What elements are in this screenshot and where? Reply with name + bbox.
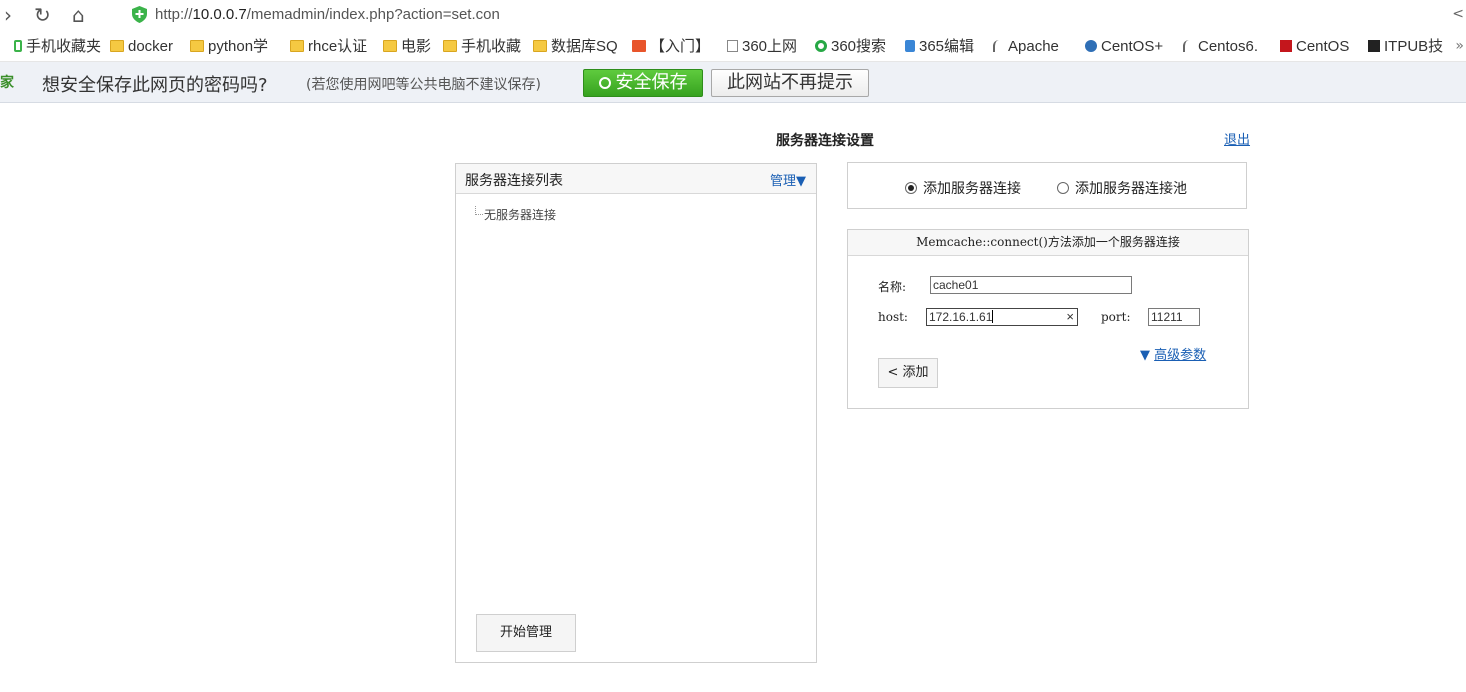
bookmark-item[interactable]: CentOS+: [1085, 38, 1163, 56]
bookmark-item[interactable]: CentOS: [1280, 38, 1349, 56]
manage-dropdown[interactable]: 管理▼: [770, 170, 806, 189]
password-save-bar: 管家 想安全保存此网页的密码吗? (若您使用网吧等公共电脑不建议保存) 安全保存…: [0, 62, 1466, 103]
bookmark-item[interactable]: 【入门】: [632, 38, 710, 56]
connect-mode-panel: 添加服务器连接 添加服务器连接池: [847, 162, 1247, 209]
empty-list-text: 无服务器连接: [484, 208, 557, 222]
radio-checked-icon: [905, 182, 917, 194]
clear-icon[interactable]: ×: [1066, 309, 1074, 325]
search-site-icon: [815, 40, 827, 52]
radio-unchecked-icon: [1057, 182, 1069, 194]
bookmark-item[interactable]: docker: [110, 38, 173, 56]
bookmark-item[interactable]: 360搜索: [815, 38, 886, 56]
advanced-params-toggle[interactable]: ▼ 高级参数: [1140, 344, 1206, 363]
port-label: port:: [1101, 310, 1131, 324]
bookmark-item[interactable]: rhce认证: [290, 38, 367, 56]
shield-icon: [132, 6, 147, 23]
bookmark-item[interactable]: 手机收藏夹: [14, 38, 101, 56]
site-icon: [905, 40, 915, 52]
reload-icon[interactable]: ↻: [34, 4, 51, 26]
text-caret: [992, 310, 994, 323]
server-list-title: 服务器连接列表: [465, 173, 563, 189]
folder-icon: [110, 40, 124, 52]
url-path: /memadmin/index.php?action=set.con: [246, 6, 500, 23]
url-prefix: http://: [155, 6, 193, 23]
site-icon: [1368, 40, 1380, 52]
page-icon: [727, 40, 738, 52]
folder-icon: [190, 40, 204, 52]
host-input[interactable]: 172.16.1.61 ×: [926, 308, 1078, 326]
bookmark-item[interactable]: Apache: [993, 38, 1059, 56]
folder-icon: [533, 40, 547, 52]
site-icon: [1280, 40, 1292, 52]
server-list-header: 服务器连接列表 管理▼: [456, 164, 816, 194]
url-host: 10.0.0.7: [192, 6, 247, 23]
site-icon: [632, 40, 646, 52]
bookmark-item[interactable]: 数据库SQ: [533, 38, 618, 56]
bookmarks-bar: 手机收藏夹 docker python学 rhce认证 电影 手机收藏 数据库S…: [0, 32, 1466, 62]
home-icon[interactable]: ⌂: [72, 4, 85, 26]
add-button[interactable]: < 添加: [878, 358, 938, 388]
back-icon[interactable]: ›: [4, 4, 12, 26]
add-connection-form: Memcache::connect()方法添加一个服务器连接 名称: cache…: [847, 229, 1249, 409]
bookmark-item[interactable]: python学: [190, 38, 268, 56]
logout-link[interactable]: 退出: [1224, 129, 1250, 148]
radio-add-connection[interactable]: 添加服务器连接: [905, 178, 1021, 198]
tree-connector: [475, 206, 483, 215]
triangle-down-icon: ▼: [1140, 348, 1150, 363]
share-icon[interactable]: <: [1452, 6, 1464, 22]
start-manage-button[interactable]: 开始管理: [476, 614, 576, 652]
form-header: Memcache::connect()方法添加一个服务器连接: [848, 230, 1248, 256]
bookmark-item[interactable]: 360上网: [727, 38, 797, 56]
bookmark-item[interactable]: 电影: [383, 38, 431, 56]
host-label: host:: [878, 310, 908, 324]
bookmark-item[interactable]: 365编辑: [905, 38, 974, 56]
feather-icon: [1183, 40, 1194, 52]
never-prompt-button[interactable]: 此网站不再提示: [711, 69, 869, 97]
phone-icon: [14, 40, 22, 52]
key-icon: [598, 77, 611, 89]
page-title: 服务器连接设置: [776, 133, 874, 149]
bookmarks-more-icon[interactable]: »: [1455, 38, 1464, 54]
name-label: 名称:: [878, 280, 907, 294]
bookmark-item[interactable]: 手机收藏: [443, 38, 521, 56]
folder-icon: [443, 40, 457, 52]
address-bar: › ↻ ⌂ http://10.0.0.7/memadmin/index.php…: [0, 0, 1466, 32]
site-icon: [1085, 40, 1097, 52]
save-password-button[interactable]: 安全保存: [583, 69, 703, 97]
bookmark-item[interactable]: Centos6.: [1183, 38, 1258, 56]
password-hint: (若您使用网吧等公共电脑不建议保存): [306, 77, 541, 93]
password-bar-brand: 管家: [0, 75, 14, 91]
server-list-panel: 服务器连接列表 管理▼ 无服务器连接 开始管理: [455, 163, 817, 663]
folder-icon: [383, 40, 397, 52]
bookmark-item[interactable]: ITPUB技: [1368, 38, 1443, 56]
password-question: 想安全保存此网页的密码吗?: [42, 75, 268, 96]
folder-icon: [290, 40, 304, 52]
feather-icon: [993, 40, 1004, 52]
url-field[interactable]: http://10.0.0.7/memadmin/index.php?actio…: [155, 6, 500, 23]
radio-add-pool[interactable]: 添加服务器连接池: [1057, 178, 1187, 198]
name-input[interactable]: cache01: [930, 276, 1132, 294]
port-input[interactable]: 11211: [1148, 308, 1200, 326]
